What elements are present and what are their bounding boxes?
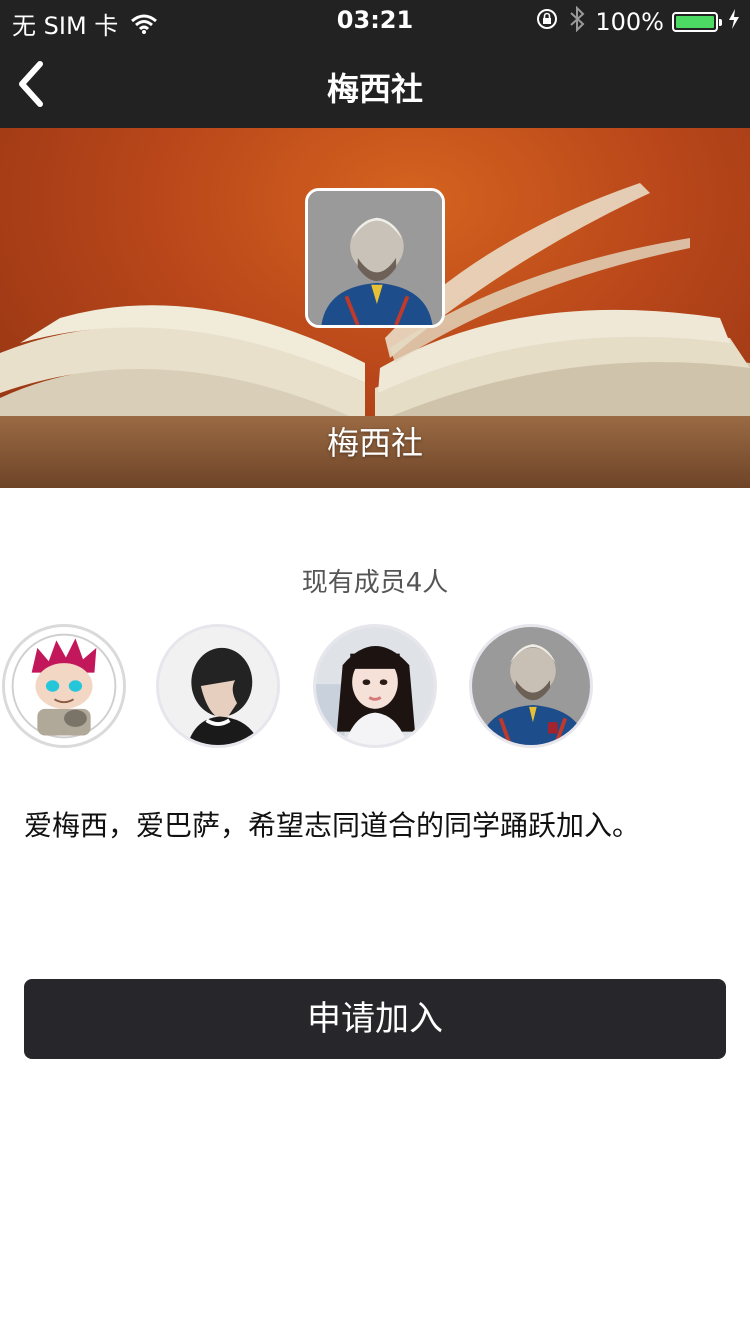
page-title: 梅西社 bbox=[326, 70, 423, 108]
club-avatar bbox=[305, 188, 445, 328]
members-list bbox=[0, 624, 750, 750]
member-avatar-cartoon[interactable] bbox=[2, 624, 126, 748]
orientation-lock-icon bbox=[535, 7, 559, 37]
club-banner: 梅西社 bbox=[0, 128, 750, 488]
bluetooth-icon bbox=[569, 5, 585, 38]
club-description: 爱梅西，爱巴萨，希望志同道合的同学踊跃加入。 bbox=[24, 809, 641, 842]
battery-fill bbox=[676, 16, 714, 28]
member-avatar-girl[interactable] bbox=[313, 624, 437, 748]
member-avatar-boy[interactable] bbox=[156, 624, 280, 748]
status-bar: 无 SIM 卡 03:21 100% bbox=[0, 0, 750, 40]
member-avatar-messi[interactable] bbox=[469, 624, 593, 748]
status-right-group: 100% bbox=[525, 5, 740, 38]
join-button[interactable]: 申请加入 bbox=[24, 979, 726, 1059]
charging-icon bbox=[728, 8, 740, 36]
battery-icon bbox=[672, 12, 722, 32]
navigation-bar: 梅西社 bbox=[0, 40, 750, 128]
members-count: 现有成员4人 bbox=[301, 568, 449, 598]
battery-percent: 100% bbox=[595, 8, 664, 36]
club-name: 梅西社 bbox=[326, 424, 423, 462]
